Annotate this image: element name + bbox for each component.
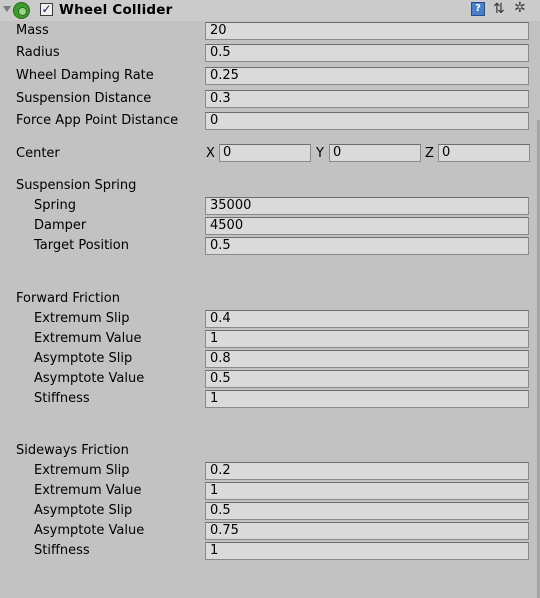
- forward-stiffness-label: Stiffness: [34, 391, 90, 406]
- preset-icon[interactable]: ⇅: [493, 1, 505, 17]
- enable-checkbox[interactable]: ✓: [40, 3, 53, 16]
- center-y-label: Y: [316, 146, 324, 161]
- sideways-asymptote-value-label: Asymptote Value: [34, 523, 145, 538]
- center-x-label: X: [206, 146, 215, 161]
- radius-field[interactable]: 0.5: [205, 44, 529, 62]
- wheel-damping-rate-field[interactable]: 0.25: [205, 67, 529, 85]
- sideways-friction-heading: Sideways Friction: [16, 443, 129, 458]
- force-app-point-distance-field[interactable]: 0: [205, 112, 529, 130]
- sideways-stiffness-label: Stiffness: [34, 543, 90, 558]
- sideways-stiffness-field[interactable]: 1: [205, 542, 529, 560]
- spring-field[interactable]: 35000: [205, 197, 529, 215]
- forward-extremum-slip-field[interactable]: 0.4: [205, 310, 529, 328]
- spring-label: Spring: [34, 198, 76, 213]
- sideways-extremum-value-field[interactable]: 1: [205, 482, 529, 500]
- damper-label: Damper: [34, 218, 87, 233]
- component-title: Wheel Collider: [59, 2, 173, 18]
- sideways-asymptote-slip-label: Asymptote Slip: [34, 503, 133, 518]
- foldout-arrow-icon[interactable]: [3, 6, 11, 12]
- forward-friction-heading: Forward Friction: [16, 291, 120, 306]
- target-position-label: Target Position: [34, 238, 129, 253]
- sideways-extremum-value-label: Extremum Value: [34, 483, 142, 498]
- sideways-asymptote-slip-field[interactable]: 0.5: [205, 502, 529, 520]
- sideways-asymptote-value-field[interactable]: 0.75: [205, 522, 529, 540]
- wheel-collider-icon: [13, 2, 30, 19]
- component-header[interactable]: ✓ Wheel Collider ? ⇅ ✲: [0, 0, 540, 21]
- forward-stiffness-field[interactable]: 1: [205, 390, 529, 408]
- forward-asymptote-slip-field[interactable]: 0.8: [205, 350, 529, 368]
- center-z-label: Z: [425, 146, 434, 161]
- help-icon[interactable]: ?: [471, 2, 485, 16]
- mass-label: Mass: [16, 23, 49, 38]
- target-position-field[interactable]: 0.5: [205, 237, 529, 255]
- mass-field[interactable]: 20: [205, 22, 529, 40]
- center-z-field[interactable]: 0: [438, 144, 530, 162]
- forward-asymptote-slip-label: Asymptote Slip: [34, 351, 133, 366]
- forward-asymptote-value-field[interactable]: 0.5: [205, 370, 529, 388]
- force-app-point-distance-label: Force App Point Distance: [16, 113, 179, 128]
- forward-extremum-value-label: Extremum Value: [34, 331, 142, 346]
- center-label: Center: [16, 146, 60, 161]
- center-x-field[interactable]: 0: [219, 144, 311, 162]
- suspension-distance-field[interactable]: 0.3: [205, 90, 529, 108]
- forward-asymptote-value-label: Asymptote Value: [34, 371, 145, 386]
- wheel-damping-rate-label: Wheel Damping Rate: [16, 68, 154, 83]
- radius-label: Radius: [16, 45, 60, 60]
- sideways-extremum-slip-label: Extremum Slip: [34, 463, 130, 478]
- sideways-extremum-slip-field[interactable]: 0.2: [205, 462, 529, 480]
- damper-field[interactable]: 4500: [205, 217, 529, 235]
- forward-extremum-value-field[interactable]: 1: [205, 330, 529, 348]
- suspension-distance-label: Suspension Distance: [16, 91, 152, 106]
- center-y-field[interactable]: 0: [329, 144, 421, 162]
- forward-extremum-slip-label: Extremum Slip: [34, 311, 130, 326]
- gear-icon[interactable]: ✲: [514, 0, 526, 17]
- suspension-spring-heading: Suspension Spring: [16, 178, 137, 193]
